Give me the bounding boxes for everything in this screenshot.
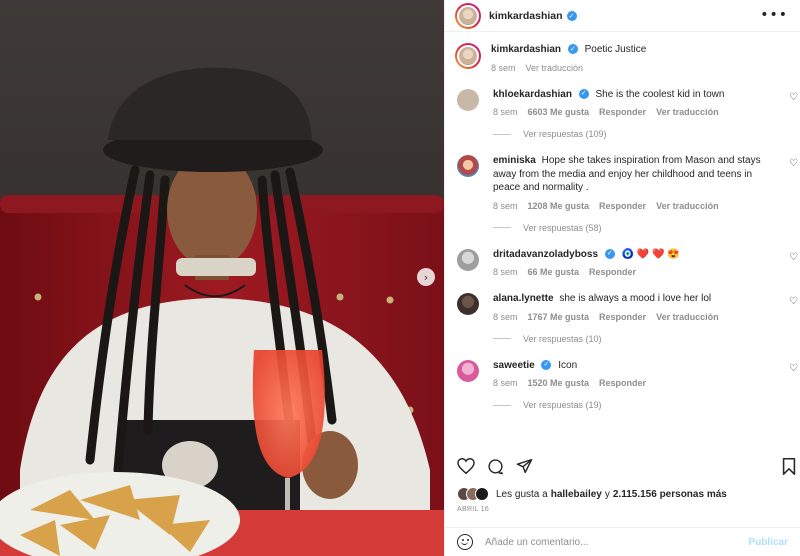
verified-badge-icon: ✓ [541,359,552,370]
comment-time: 8 sem [493,107,518,117]
post-details-panel: kimkardashian ✓ ••• kimkardashian ✓ Poet… [444,0,800,556]
post-header: kimkardashian ✓ ••• [445,0,800,32]
caption-username[interactable]: kimkardashian [491,44,561,55]
post-comment-button[interactable]: Publicar [749,537,788,548]
reply-button[interactable]: Responder [599,201,646,211]
translate-link[interactable]: Ver traducción [656,107,719,117]
translate-link[interactable]: Ver traducción [656,312,719,322]
comment-username[interactable]: eminiska [493,155,536,166]
verified-badge-icon: ✓ [578,88,589,99]
commenter-avatar[interactable] [457,88,479,111]
caption-time: 8 sem [491,62,516,73]
comment-time: 8 sem [493,200,518,211]
comment-item: khloekardashian ✓ She is the coolest kid… [445,88,800,117]
comment-likes[interactable]: 1520 Me gusta [528,378,590,388]
view-replies-button[interactable]: Ver respuestas (19) [493,400,800,410]
comment-likes[interactable]: 66 Me gusta [528,267,580,277]
comment-item: saweetie ✓ Icon 8 sem 1520 Me gusta Resp… [445,359,800,388]
comment-time: 8 sem [493,267,518,277]
liker-avatars [457,487,489,501]
photo-illustration [0,0,444,556]
commenter-avatar[interactable] [457,359,479,382]
comment-username[interactable]: saweetie [493,360,535,371]
comment-likes[interactable]: 1767 Me gusta [528,312,590,322]
comment-likes[interactable]: 6603 Me gusta [528,107,590,117]
comment-item: eminiska Hope she takes inspiration from… [445,154,800,211]
comment-username[interactable]: alana.lynette [493,293,554,304]
add-comment-bar: Publicar [445,527,800,556]
view-replies-button[interactable]: Ver respuestas (10) [493,334,800,344]
likes-count[interactable]: 2.115.156 personas más [613,489,727,500]
translate-link[interactable]: Ver traducción [656,201,719,211]
comment-time: 8 sem [493,378,518,388]
share-icon[interactable] [516,458,533,474]
verified-badge-icon: ✓ [567,44,578,55]
commenter-avatar[interactable] [457,248,479,271]
more-options-icon[interactable]: ••• [760,7,788,23]
comments-list[interactable]: kimkardashian ✓ Poetic Justice 8 sem Ver… [445,33,800,448]
likes-connector: y [604,488,610,500]
comment-item: dritadavanzoladyboss ✓ 🧿 ❤️ ❤️ 😍 8 sem 6… [445,248,800,277]
commenter-avatar[interactable] [457,155,479,177]
comment-heart-icon[interactable]: ♡ [789,252,798,263]
commenter-avatar[interactable] [457,293,479,315]
reply-button[interactable]: Responder [599,378,646,388]
caption-text: Poetic Justice [584,44,647,55]
comment-likes[interactable]: 1208 Me gusta [528,201,590,211]
verified-badge-icon: ✓ [566,10,577,21]
comment-item: alana.lynette she is always a mood i lov… [445,292,800,322]
comment-text: 🧿 ❤️ ❤️ 😍 [621,248,680,260]
view-replies-button[interactable]: Ver respuestas (109) [493,129,800,139]
comment-input[interactable] [485,536,749,548]
comment-time: 8 sem [493,311,518,322]
comment-username[interactable]: dritadavanzoladyboss [493,249,598,260]
comment-heart-icon[interactable]: ♡ [789,158,798,169]
post-date: ABRIL 16 [457,506,490,513]
post-photo: › [0,0,444,556]
caption-translate-link[interactable]: Ver traducción [526,63,584,73]
view-replies-button[interactable]: Ver respuestas (58) [493,223,800,233]
comment-heart-icon[interactable]: ♡ [789,363,798,374]
author-avatar[interactable] [455,2,481,29]
post-caption: kimkardashian ✓ Poetic Justice 8 sem Ver… [445,43,800,73]
post-actions-bar [445,452,800,480]
comment-text: Icon [558,359,578,371]
bookmark-icon[interactable] [782,458,796,478]
reply-button[interactable]: Responder [599,107,646,117]
likes-prefix: Les gusta a [496,488,548,500]
comment-heart-icon[interactable]: ♡ [789,92,798,103]
comment-text: she is always a mood i love her lol [559,293,712,304]
comment-icon[interactable] [487,458,504,475]
reply-button[interactable]: Responder [589,267,636,277]
comment-username[interactable]: khloekardashian [493,89,572,100]
verified-badge-icon: ✓ [604,248,615,259]
author-username[interactable]: kimkardashian [489,10,563,22]
reply-button[interactable]: Responder [599,312,646,322]
instagram-post-dialog: › kimkardashian ✓ ••• kimkardashian ✓ Po… [0,0,800,556]
heart-icon[interactable] [457,458,475,474]
likes-user[interactable]: hallebailey [551,489,602,500]
likes-summary: Les gusta a hallebailey y 2.115.156 pers… [457,487,790,501]
emoji-icon[interactable] [457,534,473,550]
next-photo-button[interactable]: › [417,268,435,286]
comment-heart-icon[interactable]: ♡ [789,296,798,307]
chevron-right-icon: › [423,270,429,284]
caption-author-avatar[interactable] [455,43,481,69]
comment-text: She is the coolest kid in town [595,88,725,100]
